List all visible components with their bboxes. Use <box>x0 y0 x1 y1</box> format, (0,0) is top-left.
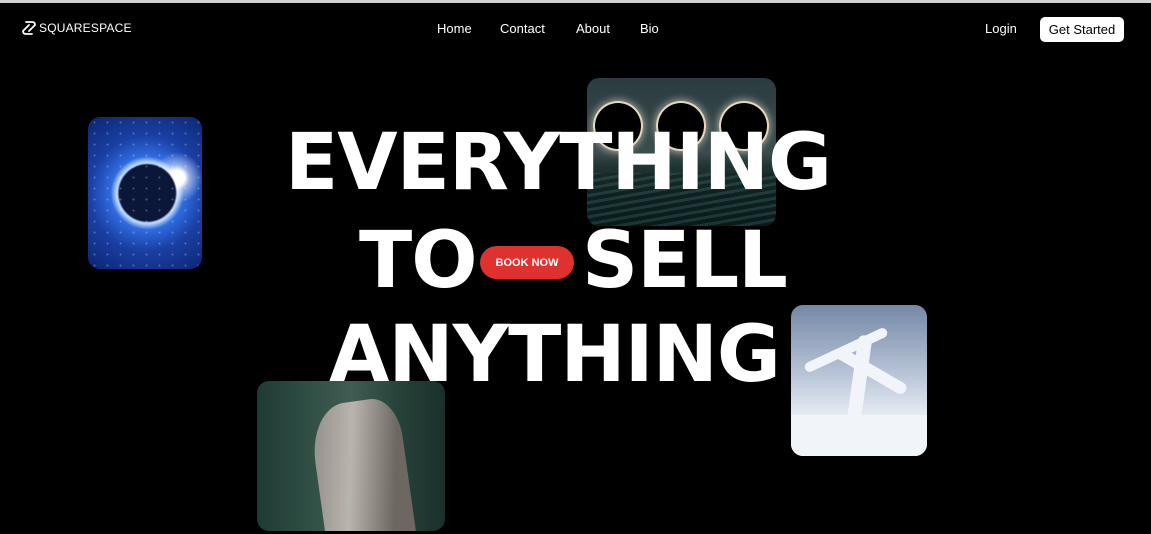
headline-line-2-start: TO <box>359 216 478 306</box>
snow-branch <box>833 345 909 397</box>
eclipse-ring <box>658 103 704 149</box>
book-now-button[interactable]: BOOK NOW <box>480 246 574 279</box>
get-started-button[interactable]: Get Started <box>1040 17 1124 42</box>
nav-about[interactable]: About <box>576 21 610 36</box>
nav-home[interactable]: Home <box>437 21 472 36</box>
sea-waves <box>587 173 776 226</box>
headline-line-2-end: SELL <box>582 216 788 306</box>
nav-contact[interactable]: Contact <box>500 21 545 36</box>
tree-trunk <box>307 395 417 531</box>
login-link[interactable]: Login <box>985 21 1017 36</box>
forest-trunk-image <box>257 381 445 531</box>
top-border <box>0 0 1151 3</box>
eclipse-ring <box>721 103 767 149</box>
eclipse-ring <box>595 103 641 149</box>
snowy-tree-image <box>791 305 927 456</box>
eclipse-image <box>88 117 202 269</box>
sea-eclipses-image <box>587 78 776 226</box>
nav-bio[interactable]: Bio <box>640 21 659 36</box>
snow-ground <box>791 415 927 456</box>
stars-texture <box>88 117 202 269</box>
main-nav: Home Contact About Bio <box>0 21 1151 39</box>
